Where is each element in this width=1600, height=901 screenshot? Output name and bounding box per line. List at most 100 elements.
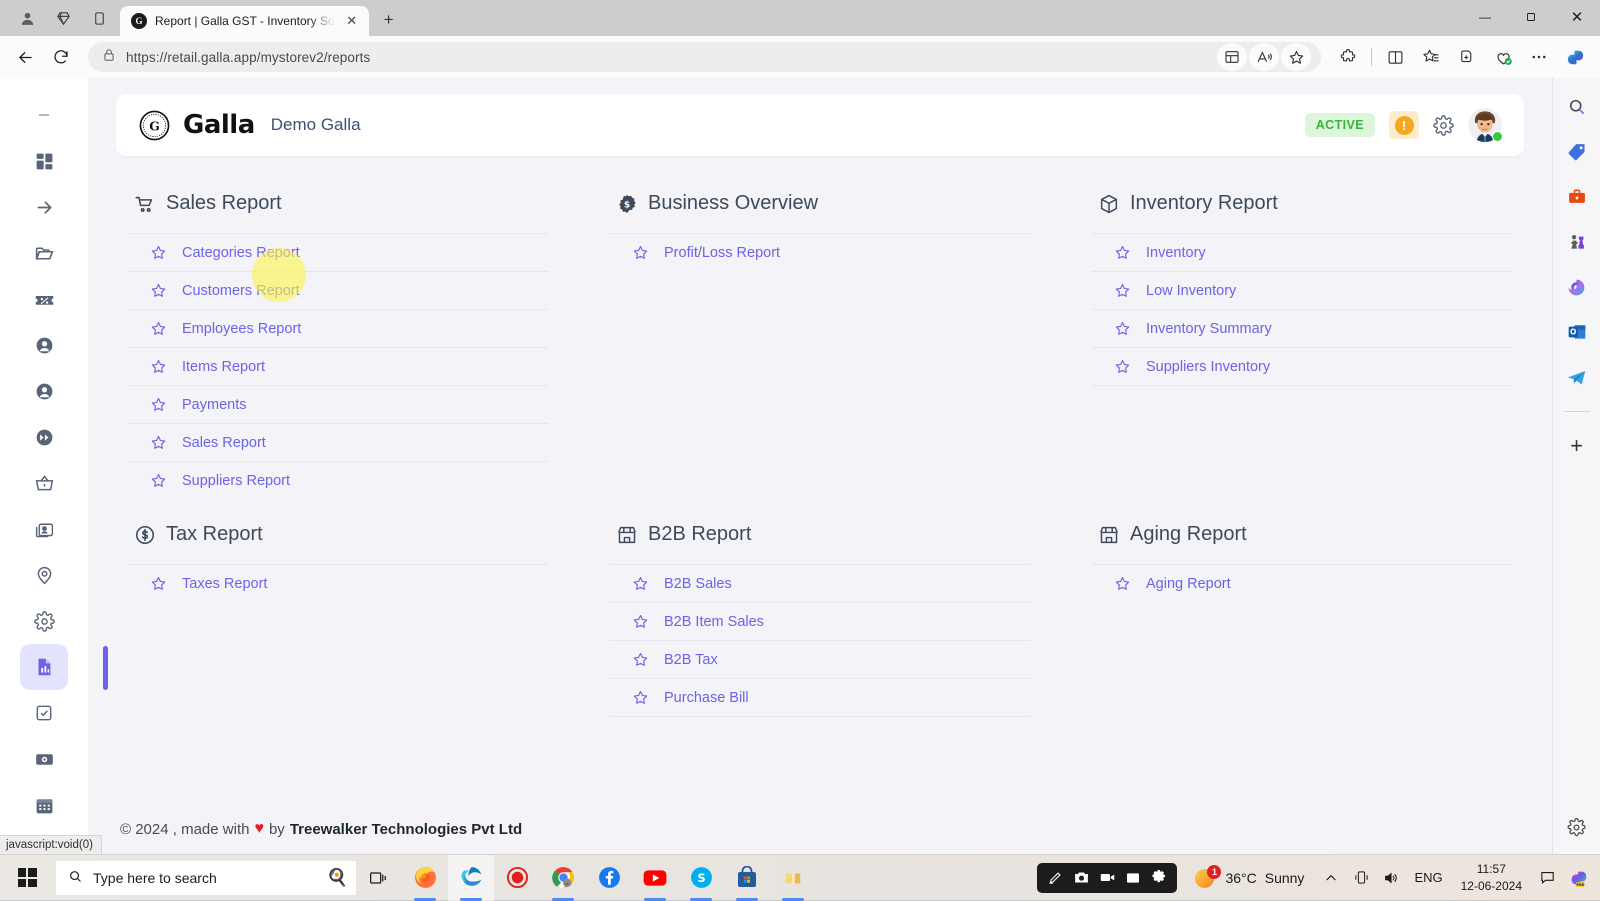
report-link-customers[interactable]: Customers Report — [128, 271, 548, 309]
profile-icon[interactable] — [12, 4, 42, 32]
close-icon[interactable]: ✕ — [343, 12, 361, 30]
clock[interactable]: 11:57 12-06-2024 — [1453, 861, 1530, 893]
star-icon[interactable] — [150, 396, 167, 413]
star-icon[interactable] — [1114, 358, 1131, 375]
warning-button[interactable]: ! — [1389, 111, 1419, 139]
task-view-icon[interactable] — [356, 855, 402, 901]
report-link-low-inventory[interactable]: Low Inventory — [1092, 271, 1512, 309]
report-link-purchase-bill[interactable]: Purchase Bill — [610, 678, 1030, 717]
copilot-tray-icon[interactable]: PRE — [1564, 863, 1594, 893]
facebook-icon[interactable] — [586, 855, 632, 901]
report-link-b2b-tax[interactable]: B2B Tax — [610, 640, 1030, 678]
outlook-icon[interactable]: O — [1561, 317, 1593, 347]
star-icon[interactable] — [632, 689, 649, 706]
pen-icon[interactable] — [1044, 867, 1066, 889]
report-link-inventory[interactable]: Inventory — [1092, 233, 1512, 271]
tab-actions-icon[interactable] — [1450, 41, 1484, 73]
sidebar-item-contacts[interactable] — [20, 506, 68, 552]
report-link-payments[interactable]: Payments — [128, 385, 548, 423]
maximize-icon[interactable] — [1508, 0, 1554, 34]
video-icon[interactable] — [1096, 867, 1118, 889]
add-sidebar-app-button[interactable]: + — [1561, 431, 1593, 461]
tools-briefcase-icon[interactable] — [1561, 182, 1593, 212]
avatar[interactable] — [1468, 108, 1502, 142]
search-icon[interactable] — [1561, 92, 1593, 122]
star-icon[interactable] — [1114, 282, 1131, 299]
star-icon[interactable] — [1114, 244, 1131, 261]
sidebar-item-tasks[interactable] — [20, 690, 68, 736]
sidebar-item-fast-forward[interactable] — [20, 414, 68, 460]
games-chess-icon[interactable] — [1561, 227, 1593, 257]
new-tab-button[interactable]: + — [374, 5, 404, 35]
report-link-items[interactable]: Items Report — [128, 347, 548, 385]
star-icon[interactable] — [1114, 575, 1131, 592]
extensions-icon[interactable] — [1331, 41, 1365, 73]
address-bar[interactable]: https://retail.galla.app/mystorev2/repor… — [88, 42, 1321, 72]
show-hidden-icons-chevron-icon[interactable] — [1318, 861, 1344, 895]
star-icon[interactable] — [632, 613, 649, 630]
star-icon[interactable] — [632, 575, 649, 592]
report-link-aging[interactable]: Aging Report — [1092, 564, 1512, 602]
notes-icon[interactable] — [770, 855, 816, 901]
window-close-icon[interactable]: ✕ — [1554, 0, 1600, 34]
browser-essentials-icon[interactable] — [1486, 41, 1520, 73]
read-aloud-icon[interactable] — [1249, 43, 1279, 71]
sidebar-item-calendar[interactable] — [20, 782, 68, 828]
star-icon[interactable] — [632, 244, 649, 261]
tab-split-icon[interactable] — [84, 4, 114, 32]
sidebar-item-purchases[interactable] — [20, 460, 68, 506]
report-link-taxes[interactable]: Taxes Report — [128, 564, 548, 602]
star-icon[interactable] — [632, 651, 649, 668]
back-icon[interactable] — [8, 41, 42, 73]
youtube-icon[interactable] — [632, 855, 678, 901]
report-link-suppliers[interactable]: Suppliers Report — [128, 461, 548, 499]
brand[interactable]: G Galla Demo Galla — [138, 109, 361, 142]
microsoft-store-icon[interactable] — [724, 855, 770, 901]
language-indicator[interactable]: ENG — [1408, 870, 1448, 885]
firefox-icon[interactable] — [402, 855, 448, 901]
sidebar-item-reports[interactable] — [20, 644, 68, 690]
volume-icon[interactable] — [1378, 861, 1404, 895]
screen-recorder-icon[interactable] — [494, 855, 540, 901]
refresh-icon[interactable] — [44, 41, 78, 73]
gear-icon[interactable] — [1433, 115, 1454, 136]
star-icon[interactable] — [150, 575, 167, 592]
telegram-icon[interactable] — [1561, 362, 1593, 392]
star-icon[interactable] — [150, 358, 167, 375]
more-settings-icon[interactable] — [1522, 41, 1556, 73]
edge-icon[interactable] — [448, 855, 494, 901]
collections-icon[interactable] — [1414, 41, 1448, 73]
favorite-star-icon[interactable] — [1281, 43, 1311, 71]
split-screen-add-icon[interactable] — [1217, 43, 1247, 71]
star-icon[interactable] — [150, 434, 167, 451]
camera-icon[interactable] — [1070, 867, 1092, 889]
star-icon[interactable] — [150, 320, 167, 337]
report-link-categories[interactable]: Categories Report — [128, 233, 548, 271]
browser-tab[interactable]: G Report | Galla GST - Inventory So ✕ — [120, 6, 369, 36]
report-link-employees[interactable]: Employees Report — [128, 309, 548, 347]
sidebar-item-collapse-dash[interactable] — [20, 92, 68, 138]
split-screen-icon[interactable] — [1378, 41, 1412, 73]
star-icon[interactable] — [1114, 320, 1131, 337]
sidebar-item-dashboard[interactable] — [20, 138, 68, 184]
taskbar-search-input[interactable]: Type here to search 🍳 — [56, 861, 356, 895]
window-icon[interactable] — [1122, 867, 1144, 889]
sidebar-item-settings[interactable] — [20, 598, 68, 644]
star-icon[interactable] — [150, 244, 167, 261]
sidebar-item-payments[interactable] — [20, 736, 68, 782]
star-icon[interactable] — [150, 282, 167, 299]
report-link-sales[interactable]: Sales Report — [128, 423, 548, 461]
sidebar-item-customers[interactable] — [20, 322, 68, 368]
chrome-icon[interactable] — [540, 855, 586, 901]
report-link-b2b-sales[interactable]: B2B Sales — [610, 564, 1030, 602]
weather-widget[interactable]: 1 36°C Sunny — [1195, 867, 1304, 889]
shopping-tag-icon[interactable] — [1561, 137, 1593, 167]
microsoft-365-icon[interactable] — [1561, 272, 1593, 302]
device-connect-icon[interactable] — [1348, 861, 1374, 895]
report-link-inventory-summary[interactable]: Inventory Summary — [1092, 309, 1512, 347]
edge-sidebar-settings[interactable] — [1561, 812, 1593, 854]
screen-recorder-toolbar[interactable] — [1037, 863, 1177, 893]
sidebar-item-discounts[interactable] — [20, 276, 68, 322]
notification-center-icon[interactable] — [1534, 861, 1560, 895]
settings-gear-icon[interactable] — [1148, 867, 1170, 889]
